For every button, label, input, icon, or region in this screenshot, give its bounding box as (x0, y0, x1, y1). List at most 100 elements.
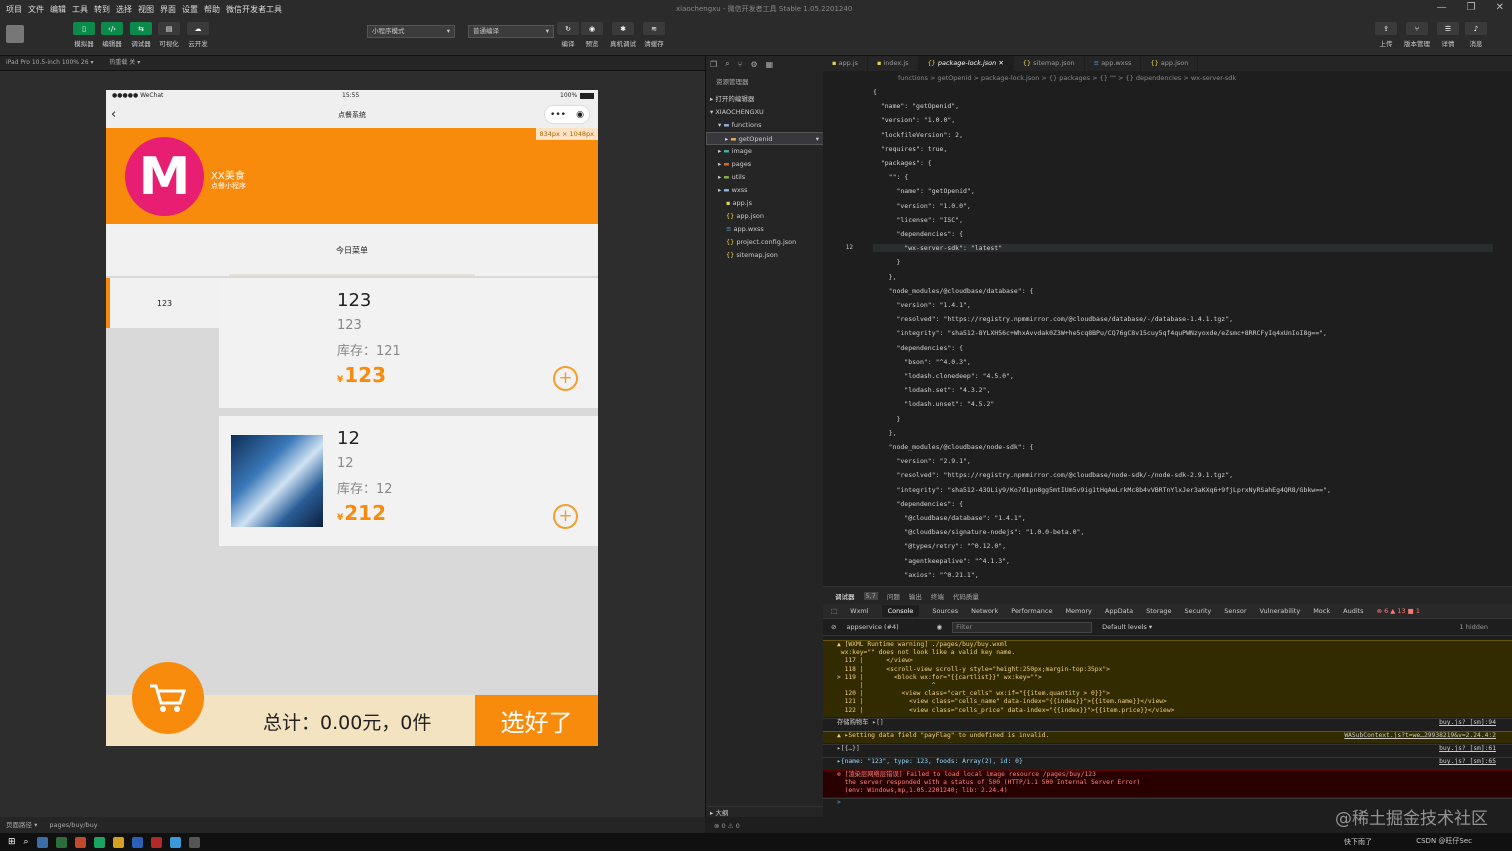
taskbar-app-icon[interactable] (112, 836, 124, 848)
tree-item-pages[interactable]: ▸ ▬ pages (706, 158, 824, 171)
menu-interface[interactable]: 界面 (160, 4, 176, 15)
tree-item-utils[interactable]: ▸ ▬ utils (706, 171, 824, 184)
checkout-button[interactable]: 选好了 (475, 695, 598, 746)
back-icon[interactable]: ‹ (111, 107, 116, 122)
debugger-button[interactable]: ⇆ 调试器 (127, 22, 155, 48)
code-line[interactable]: "license": "ISC", (873, 216, 963, 224)
code-line[interactable]: "@cloudbase/signature-nodejs": "1.0.0-be… (873, 528, 1084, 536)
menu-settings[interactable]: 设置 (182, 4, 198, 15)
extensions-icon[interactable]: ▦ (766, 60, 774, 69)
menu-edit[interactable]: 编辑 (50, 4, 66, 15)
menu-project[interactable]: 项目 (6, 4, 22, 15)
tab-storage[interactable]: Storage (1146, 607, 1171, 615)
files-icon[interactable]: ❐ (710, 60, 717, 69)
tab-problems[interactable]: 问题 (887, 591, 900, 601)
error-count-badge[interactable]: ⊗ 6 ▲ 13 ■ 1 (1377, 607, 1420, 615)
clear-cache-button[interactable]: ≋ 清缓存 (640, 22, 668, 48)
source-link[interactable]: WASubContext.js?t=we…29938219&v=2.24.4:2 (1344, 732, 1496, 740)
code-line[interactable]: "integrity": "sha512-8YLXH56c+WhxAvvdak0… (873, 329, 1326, 337)
code-line[interactable]: { (873, 88, 877, 96)
remote-debug-button[interactable]: ✱ 真机调试 (609, 22, 637, 48)
taskbar-app-icon[interactable] (188, 836, 200, 848)
code-line[interactable]: "requires": true, (873, 145, 948, 153)
code-line[interactable]: "axios": "^0.21.1", (873, 571, 978, 579)
menu-view[interactable]: 视图 (138, 4, 154, 15)
code-line[interactable]: "dependencies": { (873, 344, 963, 352)
tree-item-getopenid[interactable]: ▸ ▬ getOpenid (706, 132, 824, 146)
code-line[interactable]: "name": "getOpenid", (873, 102, 959, 110)
git-icon[interactable]: ⑂ (738, 60, 743, 69)
menu-select[interactable]: 选择 (116, 4, 132, 15)
messages-button[interactable]: ♪ 消息 (1462, 22, 1490, 48)
tab-audits[interactable]: Audits (1343, 607, 1363, 615)
source-link[interactable]: buy.js? [sm]:94 (1439, 719, 1496, 727)
tree-item-wxss[interactable]: ▸ ▬ wxss (706, 184, 824, 197)
tab-terminal[interactable]: 终端 (931, 591, 944, 601)
tree-item-functions[interactable]: ▾ ▬ functions (706, 119, 824, 132)
open-editors[interactable]: ▸ 打开的编辑器 (706, 93, 824, 106)
tab-app-json[interactable]: {} app.json (1141, 56, 1199, 71)
menu-help[interactable]: 帮助 (204, 4, 220, 15)
code-line[interactable]: "name": "getOpenid", (873, 187, 974, 195)
taskbar-app-icon[interactable] (93, 836, 105, 848)
context-select[interactable]: appservice (#4) (846, 623, 926, 631)
code-line[interactable]: "version": "2.9.1", (873, 457, 970, 465)
tab-vulnerability[interactable]: Vulnerability (1260, 607, 1301, 615)
code-line[interactable]: } (873, 415, 900, 423)
hot-reload-toggle[interactable]: 热重载 关 ▾ (109, 59, 140, 66)
editor-button[interactable]: ‹/› 编辑器 (98, 22, 126, 48)
cart-icon[interactable] (132, 662, 204, 734)
code-line[interactable]: "wx-server-sdk": "latest" (873, 244, 1493, 253)
code-line[interactable]: "resolved": "https://registry.npmmirror.… (873, 471, 1233, 479)
code-line[interactable]: "lodash.clonedeep": "4.5.0", (873, 372, 1014, 380)
tab-index-js[interactable]: ▪ index.js (868, 56, 919, 71)
add-to-cart-button[interactable]: + (553, 504, 578, 529)
tab-code-quality[interactable]: 代码质量 (953, 591, 979, 601)
code-line[interactable]: "integrity": "sha512-43OLiy9/Ko7d1pn8gg5… (873, 486, 1330, 494)
code-line[interactable]: "bson": "^4.0.3", (873, 358, 971, 366)
code-line[interactable]: }, (873, 273, 897, 281)
tree-item-app-json[interactable]: {} app.json (706, 210, 824, 223)
search-icon[interactable]: ⌕ (725, 59, 729, 69)
tab-performance[interactable]: Performance (1011, 607, 1052, 615)
code-line[interactable]: "": { (873, 173, 909, 181)
project-root[interactable]: ▾ XIAOCHENGXU (706, 106, 824, 119)
code-line[interactable]: "agentkeepalive": "^4.1.3", (873, 557, 1010, 565)
tab-appdata[interactable]: AppData (1105, 607, 1133, 615)
tab-mock[interactable]: Mock (1313, 607, 1330, 615)
device-select[interactable]: iPad Pro 10.5-inch 100% 26 ▾ (6, 59, 93, 66)
tab-debugger[interactable]: 调试器 (835, 591, 855, 601)
breadcrumb[interactable]: functions > getOpenid > package-lock.jso… (823, 71, 1512, 85)
eye-icon[interactable]: ◉ (936, 623, 942, 631)
menu-tab[interactable]: 今日菜单 (106, 224, 598, 276)
menu-wechat-devtools[interactable]: 微信开发者工具 (226, 4, 282, 15)
log-levels-select[interactable]: Default levels ▾ (1102, 623, 1152, 631)
code-line[interactable]: "resolved": "https://registry.npmmirror.… (873, 315, 1233, 323)
code-lines[interactable]: { "name": "getOpenid", "version": "1.0.0… (823, 85, 1512, 586)
tab-sources[interactable]: Sources (932, 607, 958, 615)
tab-app-js[interactable]: ▪ app.js (823, 56, 868, 71)
tab-network[interactable]: Network (971, 607, 998, 615)
tab-memory[interactable]: Memory (1065, 607, 1091, 615)
taskbar-app-icon[interactable] (36, 836, 48, 848)
tab-output[interactable]: 输出 (909, 591, 922, 601)
avatar[interactable] (6, 25, 24, 43)
code-line[interactable]: } (873, 258, 900, 266)
compile-select[interactable]: 普通编译 (468, 25, 554, 38)
details-button[interactable]: ☰ 详情 (1434, 22, 1462, 48)
tab-app-wxss[interactable]: ≡ app.wxss (1085, 56, 1142, 71)
code-line[interactable]: "lockfileVersion": 2, (873, 131, 963, 139)
code-line[interactable]: "dependencies": { (873, 500, 963, 508)
tab-package-lock[interactable]: {} package-lock.json ✕ (918, 56, 1014, 71)
code-line[interactable]: "version": "1.0.0", (873, 202, 970, 210)
console-filter-input[interactable]: Filter (952, 621, 1093, 633)
tab-sitemap[interactable]: {} sitemap.json (1014, 56, 1085, 71)
clear-console-icon[interactable]: ⊘ (831, 623, 836, 631)
tab-console[interactable]: Console (881, 605, 920, 617)
search-icon[interactable]: ⌕ (24, 837, 29, 847)
weather-tray[interactable]: 快下雨了 (1344, 837, 1372, 847)
tab-wxml[interactable]: Wxml (850, 607, 868, 615)
code-line[interactable]: "node_modules/@cloudbase/database": { (873, 287, 1034, 295)
code-line[interactable]: "dependencies": { (873, 230, 963, 238)
tree-item-app-js[interactable]: ▪ app.js (706, 197, 824, 210)
